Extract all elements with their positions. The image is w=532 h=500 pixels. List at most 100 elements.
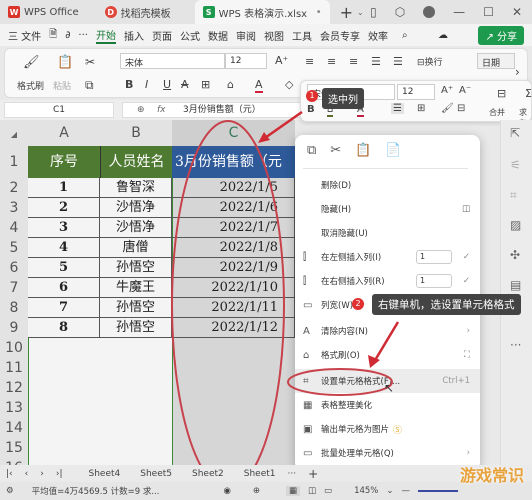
select-cursor-icon[interactable]: ⇱ [510,126,520,140]
row-header[interactable]: 2 [0,178,28,198]
copy-icon[interactable]: ⧉ [307,143,316,158]
underline-button[interactable]: U [163,78,171,91]
zoom-out-button[interactable]: — [402,486,411,496]
border-icon[interactable]: ⊞ [201,78,210,91]
merge-button[interactable]: 合并 [489,107,505,118]
fx-icon[interactable]: fx [157,103,166,117]
more-icon[interactable]: ··· [78,30,88,41]
cell-name[interactable]: 沙悟净 [100,218,172,238]
cell-name[interactable]: 孙悟空 [100,258,172,278]
mini-align-icon[interactable]: ☰ [391,103,404,114]
row-header[interactable]: 4 [0,218,28,238]
format-painter-alt-icon[interactable]: ⛶ [464,350,470,360]
cell-num[interactable]: 6 [28,278,100,298]
avatar[interactable] [423,6,436,18]
outdent-icon[interactable]: ☰ [393,55,403,68]
mini-decrease-font-icon[interactable]: A⁻ [459,85,471,96]
cell-date[interactable]: 2022/1/7 [172,218,295,238]
sheet-tab-sheet5[interactable]: Sheet5 [140,469,172,479]
crop-icon[interactable]: ⌗ [510,188,517,203]
cell-num[interactable]: 2 [28,198,100,218]
header-cell-name[interactable]: 人员姓名 [100,146,172,178]
cell-name[interactable]: 孙悟空 [100,318,172,338]
cell-num[interactable]: 4 [28,238,100,258]
align-top-icon[interactable]: ≡ [305,55,314,68]
mini-format-painter-icon[interactable]: 🖌 [441,103,454,114]
last-sheet-icon[interactable]: ›| [56,469,63,479]
strikethrough-button[interactable]: A [181,78,189,91]
row-header[interactable]: 12 [0,378,28,398]
menu-efficiency[interactable]: 效率 [368,28,388,43]
menu-item-hide[interactable]: 隐藏(H) ◫ [295,197,480,221]
mini-font-size-select[interactable]: 12 [397,84,435,100]
row-header[interactable]: 7 [0,278,28,298]
next-sheet-icon[interactable]: › [40,469,44,479]
menu-tools[interactable]: 工具 [292,28,312,43]
normal-view-icon[interactable]: ▦ [285,486,301,496]
file-menu[interactable]: 三 文件 [8,28,41,43]
cell-date[interactable]: 2022/1/8 [172,238,295,258]
menu-page[interactable]: 页面 [152,28,172,43]
maximize-button[interactable]: ☐ [483,5,494,19]
row-header[interactable]: 6 [0,258,28,278]
cell-date[interactable]: 2022/1/12 [172,318,295,338]
zoom-level[interactable]: 145% [354,486,378,496]
cell-date[interactable]: 2022/1/6 [172,198,295,218]
wrap-text-button[interactable]: ⊟换行 [417,55,443,68]
zoom-dropdown-icon[interactable]: ⌄ [386,486,393,496]
row-header[interactable]: 3 [0,198,28,218]
menu-review[interactable]: 审阅 [236,28,256,43]
search-icon[interactable]: ⌕ [402,30,408,41]
column-header-a[interactable]: A [28,120,100,146]
cell-name[interactable]: 鲁智深 [100,178,172,198]
settings-slider-icon[interactable]: ⚟ [510,158,521,172]
copy-icon[interactable]: ⧉ [85,78,94,93]
cell-num[interactable]: 7 [28,298,100,318]
tab-wps-office[interactable]: W WPS Office [0,0,87,24]
hide-column-icon[interactable]: ◫ [462,204,470,214]
row-header[interactable]: 9 [0,318,28,338]
row-header[interactable]: 15 [0,438,28,458]
row-header[interactable]: 13 [0,398,28,418]
chevron-down-icon[interactable]: ⌄ [357,8,364,17]
status-summary[interactable]: 平均值=4万4569.5 计数=9 求... [32,485,160,497]
header-cell-sales[interactable]: 3月份销售额（元 [172,146,295,178]
paste-button[interactable]: 粘贴 [53,79,71,92]
menu-item-insert-right[interactable]: ⫿ 在右侧插入列(R) 1 ✓ [295,269,480,293]
paste-special-icon[interactable]: 📄 [385,143,401,158]
cell-name[interactable]: 沙悟净 [100,198,172,218]
sheet-tab-sheet1[interactable]: Sheet1 [244,469,276,479]
macro-icon[interactable]: ⚙ [6,486,14,496]
indent-icon[interactable]: ☰ [371,55,381,68]
tools-icon[interactable]: ✣ [510,248,520,262]
tab-close-dot-icon[interactable]: • [316,7,322,18]
cell-num[interactable]: 5 [28,258,100,278]
cloud-icon[interactable]: ☁ [438,30,448,41]
menu-item-beautify[interactable]: ▦ 表格整理美化 [295,393,480,417]
page-break-view-icon[interactable]: ◫ [308,486,316,496]
fill-color-icon[interactable]: ⌂ [227,78,234,91]
close-button[interactable]: ✕ [512,5,522,19]
row-header[interactable]: 1 [0,146,28,178]
paste-icon[interactable]: 📋 [355,143,371,158]
cell-num[interactable]: 1 [28,178,100,198]
menu-item-export-image[interactable]: ▣ 输出单元格为图片 Ⓢ [295,417,480,441]
merge-icon[interactable]: ⊟ [497,87,506,100]
column-header-c[interactable]: C [172,120,295,146]
page-layout-view-icon[interactable]: ▭ [324,486,332,496]
more-sheets-icon[interactable]: ··· [288,469,297,479]
row-header[interactable]: 14 [0,418,28,438]
cell-num[interactable]: 8 [28,318,100,338]
menu-item-format-painter[interactable]: ⌂ 格式刷(O) ⛶ [295,343,480,367]
select-all-corner[interactable]: ◢ [0,120,28,146]
number-format-select[interactable]: 日期 [477,53,515,69]
new-tab-button[interactable]: + [340,3,353,22]
ribbon-scroll-right-icon[interactable]: › [515,65,520,79]
menu-item-clear[interactable]: A 清除内容(N) › [295,319,480,343]
book-icon[interactable]: ▤ [510,278,521,292]
menu-item-insert-left[interactable]: ⫿ 在左侧插入列(I) 1 ✓ [295,245,480,269]
add-sheet-button[interactable]: + [308,467,318,481]
insert-right-count[interactable]: 1 [416,274,452,288]
layout-icon[interactable]: ▯ [370,5,377,19]
style-icon[interactable]: ▨ [510,218,521,232]
